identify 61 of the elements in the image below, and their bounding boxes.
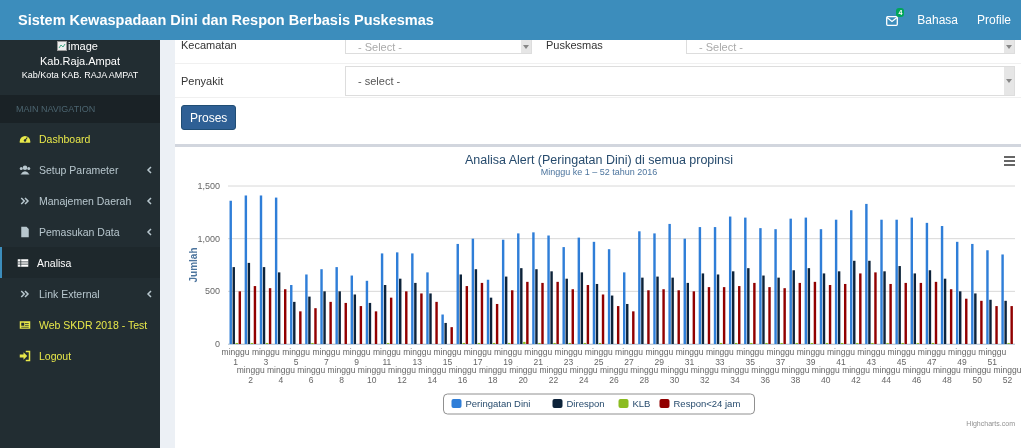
y-axis-label: 1,000 [197, 233, 220, 244]
broken-image: image [57, 40, 98, 52]
x-axis-label: minggu 14 [418, 365, 447, 385]
legend-label: Peringatan Dini [465, 398, 531, 409]
field-label: Penyakit [181, 74, 225, 87]
x-axis-label: minggu 4 [267, 365, 295, 385]
legend-item[interactable]: Peringatan Dini [451, 398, 531, 409]
legend-label: Respon<24 jam [673, 398, 741, 409]
y-axis-label: 500 [204, 286, 220, 297]
x-axis-label: minggu 44 [872, 365, 901, 385]
x-axis-label: minggu 24 [569, 365, 598, 385]
chart-subtitle: Minggu ke 1 – 52 tahun 2016 [540, 167, 658, 177]
process-button[interactable]: Proses [181, 105, 237, 130]
x-axis-label: minggu 18 [478, 365, 507, 385]
app-title: Sistem Kewaspadaan Dini dan Respon Berbasis Puskesmas [18, 12, 435, 28]
menu-item[interactable]: Setup Parameter [0, 154, 160, 185]
x-axis-label: minggu 48 [932, 365, 961, 385]
dropdown-field[interactable]: - select - [345, 65, 1015, 96]
x-axis-label: minggu 8 [327, 365, 356, 385]
y-axis-label: 0 [215, 339, 220, 349]
menu-item[interactable]: Web SKDR 2018 - Test [0, 309, 160, 340]
x-axis-label: minggu 36 [751, 365, 780, 385]
user-name: Kab.Raja.Ampat [39, 55, 121, 67]
menu-item[interactable]: Dashboard [0, 123, 160, 154]
x-axis-label: minggu 32 [690, 365, 719, 385]
x-axis-label: minggu 26 [600, 365, 628, 385]
x-axis-label: minggu 22 [539, 365, 568, 385]
menu-item[interactable]: Pemasukan Data [0, 216, 160, 247]
x-axis-label: minggu 10 [357, 365, 386, 385]
x-axis-label: minggu 50 [963, 365, 992, 385]
x-axis-label: minggu 12 [388, 365, 416, 385]
legend-item[interactable]: Direspon [552, 398, 605, 409]
legend-label: KLB [632, 398, 651, 409]
legend-label: Direspon [566, 398, 605, 409]
nav-link[interactable]: Bahasa [917, 13, 958, 27]
menu-item[interactable]: Logout [0, 340, 160, 371]
nav-section-header: MAIN NAVIGATION [0, 95, 160, 123]
user-subtitle: Kab/Kota KAB. RAJA AMPAT [21, 70, 139, 80]
x-axis-label: minggu 52 [993, 365, 1021, 385]
x-axis-label: minggu 38 [781, 365, 810, 385]
menu-item[interactable]: Link External [0, 278, 160, 309]
x-axis-label: minggu 20 [509, 365, 538, 385]
nav-link[interactable]: Profile [977, 13, 1011, 27]
x-axis-label: minggu 28 [630, 365, 659, 385]
field-label: Puskesmas [546, 39, 604, 51]
x-axis-label: minggu 16 [448, 365, 477, 385]
legend-item[interactable]: Respon<24 jam [659, 398, 741, 409]
y-axis-label: 1,500 [197, 181, 220, 191]
menu-item[interactable]: Analisa [0, 247, 160, 278]
x-axis-label: minggu 40 [811, 365, 840, 385]
x-axis-label: minggu 42 [842, 365, 871, 385]
field-label: Kecamatan [181, 39, 238, 51]
legend-item[interactable]: KLB [618, 398, 651, 409]
y-axis-title: Jumlah [188, 247, 199, 283]
x-axis-label: minggu 2 [236, 365, 265, 385]
x-axis-label: minggu 46 [902, 365, 931, 385]
x-axis-label: minggu 30 [660, 365, 689, 385]
x-axis-label: minggu 34 [721, 365, 749, 385]
chart-title: Analisa Alert (Peringatan Dini) di semua propinsi [464, 153, 734, 167]
x-axis-label: minggu 6 [297, 365, 326, 385]
menu-item[interactable]: Manajemen Daerah [0, 185, 160, 216]
